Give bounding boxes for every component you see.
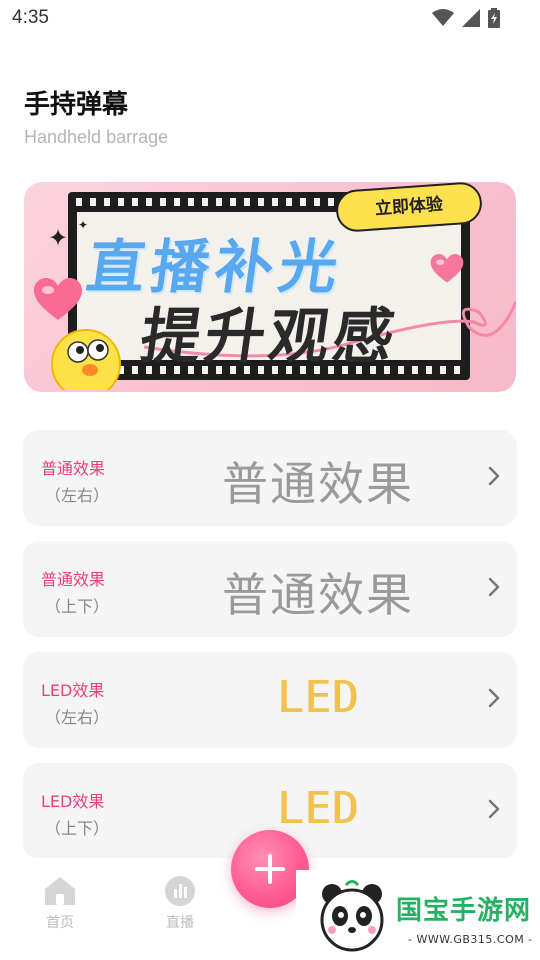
- battery-icon: [488, 8, 500, 28]
- card-preview-led-text: LED: [276, 783, 360, 834]
- card-label: LED效果: [41, 681, 105, 700]
- nav-label-home: 首页: [46, 915, 74, 931]
- sparkle-icon: ✦: [48, 224, 69, 252]
- chevron-right-icon: [488, 466, 500, 486]
- card-sublabel: （左右）: [45, 486, 110, 505]
- effect-card-normal-horizontal[interactable]: 普通效果 （左右） 普通效果: [23, 430, 517, 526]
- status-bar: 4:35: [0, 0, 540, 36]
- banner-headline-2: 提升观感: [136, 302, 403, 372]
- home-icon: [45, 877, 75, 905]
- nav-item-live[interactable]: 直播: [150, 876, 210, 932]
- card-preview-text: 普通效果: [222, 568, 414, 622]
- chick-mascot-icon: [51, 329, 121, 390]
- card-preview-led-text: LED: [276, 672, 360, 723]
- plus-icon: [255, 854, 285, 884]
- site-watermark: 国宝手游网 - WWW.GB315.COM -: [296, 870, 540, 960]
- chevron-right-icon: [488, 688, 500, 708]
- nav-label-live: 直播: [166, 915, 194, 931]
- card-preview-text: 普通效果: [222, 457, 414, 511]
- effect-card-led-horizontal[interactable]: LED效果 （左右） LED: [23, 652, 517, 748]
- status-icons: [432, 8, 500, 28]
- wifi-icon: [432, 9, 454, 26]
- card-label: 普通效果: [41, 570, 106, 589]
- live-chart-icon: [165, 876, 195, 906]
- card-sublabel: （上下）: [45, 819, 110, 838]
- signal-icon: [462, 9, 480, 27]
- sparkle-icon: ✦: [78, 218, 89, 232]
- watermark-url: - WWW.GB315.COM -: [408, 933, 533, 946]
- page-subtitle: Handheld barrage: [24, 127, 169, 147]
- card-label: LED效果: [41, 792, 105, 811]
- card-label: 普通效果: [41, 459, 106, 478]
- chevron-right-icon: [488, 577, 500, 597]
- nav-item-home[interactable]: 首页: [30, 876, 90, 932]
- card-sublabel: （左右）: [45, 708, 110, 727]
- panda-logo-icon: [320, 880, 384, 952]
- effect-card-normal-vertical[interactable]: 普通效果 （上下） 普通效果: [23, 541, 517, 637]
- page-title: 手持弹幕: [24, 90, 129, 120]
- heart-icon: [430, 254, 464, 283]
- watermark-text: 国宝手游网: [396, 896, 532, 926]
- card-sublabel: （上下）: [45, 597, 110, 616]
- chevron-right-icon: [488, 799, 500, 819]
- promo-banner[interactable]: 直播补光 提升观感 立即体验 ✦ ✦: [24, 182, 516, 392]
- status-time: 4:35: [12, 7, 49, 28]
- heart-icon: [34, 278, 82, 320]
